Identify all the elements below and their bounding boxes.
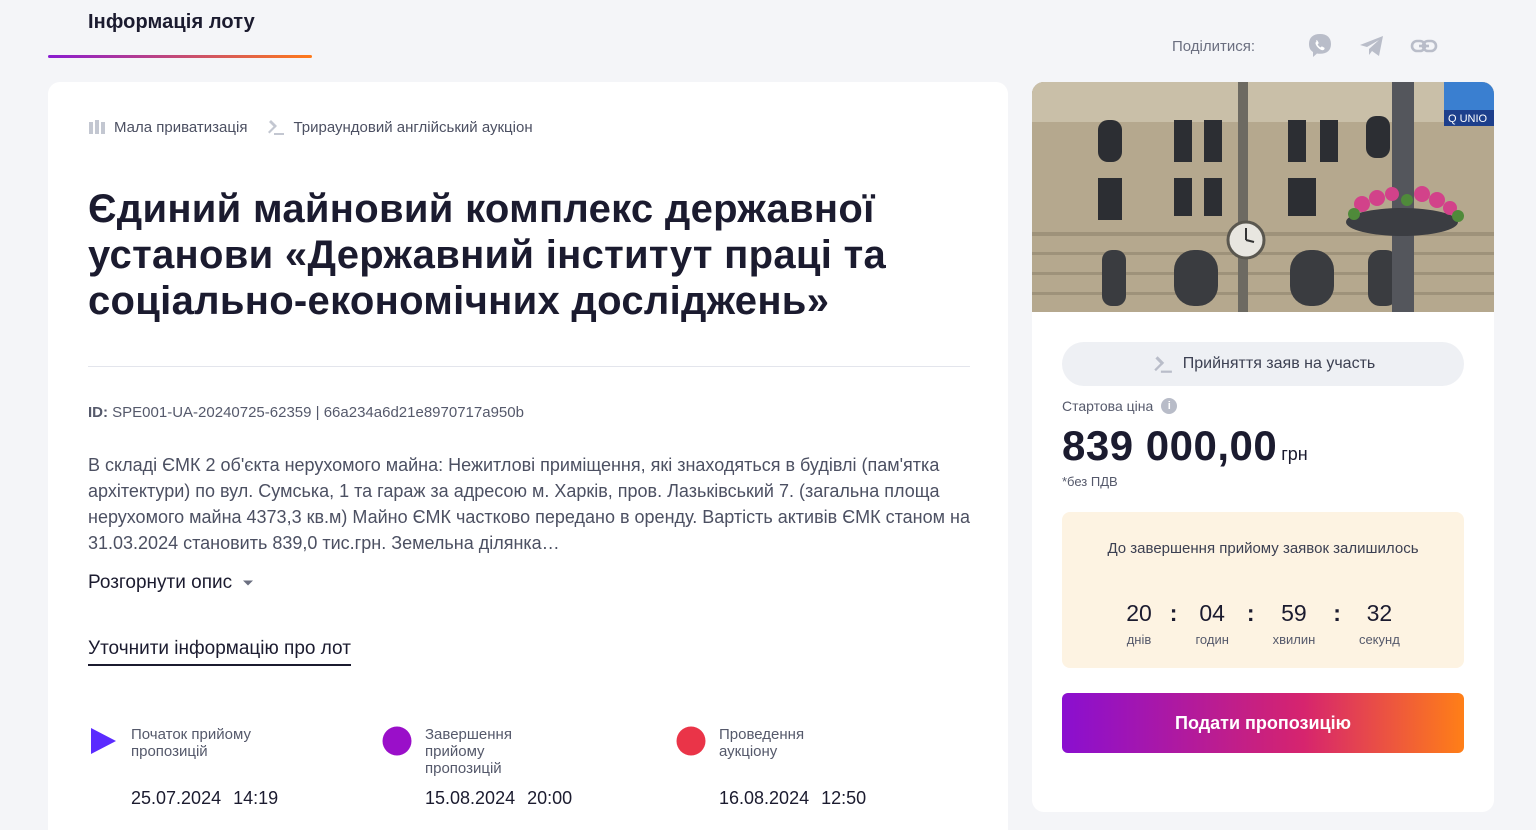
tab-active-underline [48,55,312,58]
tag-label: Трираундовий англійський аукціон [293,118,533,136]
viber-icon[interactable] [1305,31,1335,61]
starting-price: 839 000,00 грн [1062,422,1308,470]
countdown-hours: 04 годин [1195,600,1228,647]
gavel-icon [268,120,285,135]
lot-description: В складі ЄМК 2 об'єкта нерухомого майна:… [88,455,970,553]
clarify-lot-info-link[interactable]: Уточнити інформацію про лот [88,638,351,666]
price-label-text: Стартова ціна [1062,398,1154,414]
countdown-title: До завершення прийому заявок залишилось [1107,540,1419,557]
timeline-label: Проведення аукціону [719,726,805,760]
timeline-date: 16.08.2024 [719,788,810,808]
play-icon [91,728,116,754]
countdown-value: 59 [1281,600,1307,626]
timeline-datetime: 16.08.2024 12:50 [719,788,866,809]
auction-summary-card: Q UNIO Прийняття заяв на участь Стартова… [1032,82,1494,812]
auction-status-badge: Прийняття заяв на участь [1062,342,1464,386]
lot-info-card: Мала приватизація Трираундовий англійськ… [48,82,1008,830]
countdown-units: 20 днів : 04 годин : 59 хвилин : 32 секу… [1062,600,1464,647]
timeline: Початок прийому пропозицій 25.07.2024 14:… [88,722,968,822]
tab-label: Інформація лоту [88,11,255,33]
timeline-time: 14:19 [233,788,279,808]
timeline-label: Завершення прийому пропозицій [425,726,512,777]
info-icon[interactable]: i [1161,398,1178,414]
tag-privatization-type: Мала приватизація [88,119,247,136]
lot-title: Єдиний майновий комплекс державної устан… [88,187,887,323]
lot-id-prefix: ID: [88,404,108,421]
countdown-minutes: 59 хвилин [1273,600,1316,647]
expand-label: Розгорнути опис [88,572,233,593]
countdown-seconds: 32 секунд [1359,600,1400,647]
tab-lot-info[interactable]: Інформація лоту [48,0,312,58]
timeline-datetime: 15.08.2024 20:00 [425,788,572,809]
timeline-date: 25.07.2024 [131,788,222,808]
timeline-datetime: 25.07.2024 14:19 [131,788,278,809]
status-label: Прийняття заяв на участь [1182,355,1376,372]
expand-description-button[interactable]: Розгорнути опис [88,572,254,594]
timeline-time: 20:00 [527,788,573,808]
countdown-separator: : [1169,600,1178,626]
circle-icon [676,726,706,756]
submit-bid-button[interactable]: Подати пропозицію [1062,693,1464,753]
countdown-separator: : [1333,600,1341,626]
lot-id: ID: SPE001-UA-20240725-62359 | 66a234a6d… [88,404,524,421]
circle-icon [382,726,412,756]
countdown-value: 04 [1199,600,1225,626]
countdown-value: 20 [1126,600,1152,626]
price-currency: грн [1281,444,1308,464]
svg-text:Q UNIO: Q UNIO [1448,113,1488,125]
tag-label: Мала приватизація [114,118,248,136]
gavel-icon [1154,356,1172,373]
countdown-caption: днів [1126,632,1152,647]
price-value: 839 000,00 [1062,422,1278,469]
share-label: Поділитися: [1172,37,1256,55]
countdown-caption: годин [1195,632,1229,647]
chevron-down-icon [243,580,254,586]
countdown-panel: До завершення прийому заявок залишилось … [1062,512,1464,668]
countdown-caption: хвилин [1272,632,1316,647]
countdown-days: 20 днів [1126,600,1152,647]
share-bar: Поділитися: [1172,28,1439,64]
building-columns-icon [89,120,105,134]
countdown-value: 32 [1366,600,1393,626]
timeline-time: 12:50 [821,788,867,808]
timeline-date: 15.08.2024 [425,788,516,808]
lot-photo[interactable]: Q UNIO [1032,82,1494,312]
telegram-icon[interactable] [1357,31,1387,61]
link-icon[interactable] [1409,31,1439,61]
tag-auction-type: Трираундовий англійський аукціон [265,118,533,136]
countdown-caption: секунд [1358,632,1400,647]
timeline-label: Початок прийому пропозицій [131,726,251,760]
lot-tags: Мала приватизація Трираундовий англійськ… [88,118,551,136]
divider [88,366,970,367]
countdown-separator: : [1246,600,1255,626]
starting-price-label: Стартова ціна i [1062,398,1178,414]
lot-id-value: SPE001-UA-20240725-62359 | 66a234a6d21e8… [112,404,524,421]
vat-note: *без ПДВ [1062,474,1118,489]
